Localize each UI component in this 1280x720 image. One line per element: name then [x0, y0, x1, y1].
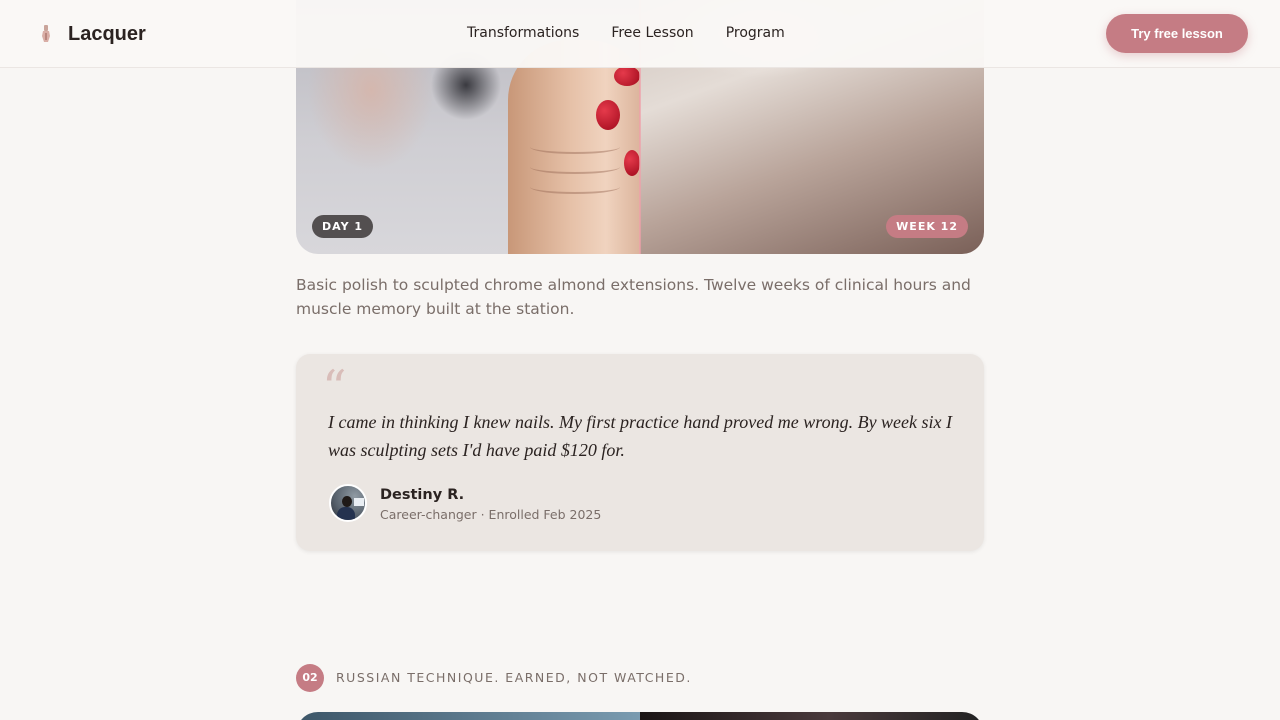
- transformation-description: Basic polish to sculpted chrome almond e…: [296, 276, 971, 318]
- after-label: WEEK 12: [886, 215, 968, 238]
- brand[interactable]: Lacquer: [36, 20, 146, 48]
- quote-icon: “: [322, 360, 347, 416]
- try-free-lesson-button[interactable]: Try free lesson: [1106, 14, 1248, 53]
- finger-crease: [530, 160, 620, 174]
- site-header: Lacquer Transformations Free Lesson Prog…: [0, 0, 1280, 68]
- avatar-monitor: [354, 498, 364, 506]
- avatar-head: [342, 496, 352, 507]
- main-nav: Transformations Free Lesson Program: [467, 25, 817, 41]
- brand-name: Lacquer: [68, 22, 146, 45]
- polish-drop: [624, 150, 640, 176]
- section-label: RUSSIAN TECHNIQUE. EARNED, NOT WATCHED.: [336, 670, 692, 685]
- nav-transformations[interactable]: Transformations: [467, 25, 579, 41]
- before-label: DAY 1: [312, 215, 374, 238]
- testimonial-quote: I came in thinking I knew nails. My firs…: [328, 412, 953, 460]
- polish-drop: [596, 100, 620, 130]
- section-number-badge: 02: [296, 664, 324, 692]
- next-transformation-image: [296, 712, 984, 720]
- next-after-photo: [640, 712, 984, 720]
- author-name: Destiny R.: [380, 487, 465, 503]
- next-before-photo: [296, 712, 640, 720]
- nav-free-lesson[interactable]: Free Lesson: [611, 25, 693, 41]
- testimonial-card: “ I came in thinking I knew nails. My fi…: [296, 354, 984, 551]
- nav-program[interactable]: Program: [726, 25, 785, 41]
- author-meta: Career-changer · Enrolled Feb 2025: [380, 507, 602, 522]
- finger-crease: [530, 140, 620, 154]
- avatar: [329, 484, 367, 522]
- finger-crease: [530, 180, 620, 194]
- polish-drop: [614, 66, 640, 86]
- nail-brush-icon: [36, 20, 56, 48]
- avatar-body: [337, 507, 355, 520]
